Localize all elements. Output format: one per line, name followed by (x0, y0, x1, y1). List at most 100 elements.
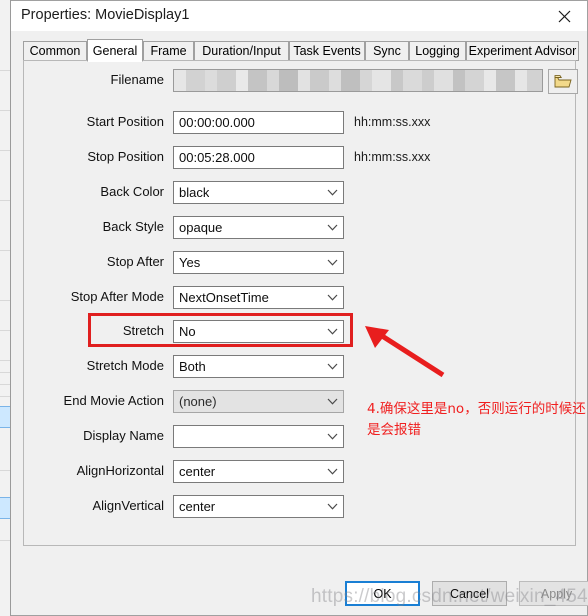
redacted-block (484, 70, 496, 91)
ok-button[interactable]: OK (345, 581, 420, 606)
start-position-value: 00:00:00.000 (179, 115, 255, 130)
chevron-down-icon[interactable] (327, 293, 338, 302)
redacted-block (422, 70, 434, 91)
chevron-down-icon (327, 224, 338, 231)
redacted-block (465, 70, 484, 91)
chevron-down-icon[interactable] (327, 432, 338, 441)
tab-task-events[interactable]: Task Events (289, 41, 365, 61)
alignvertical-label: AlignVertical (92, 498, 164, 513)
chevron-down-icon[interactable] (327, 327, 338, 336)
stretch-combobox[interactable]: No (173, 320, 344, 343)
stop-after-value: Yes (179, 255, 201, 270)
redacted-block (310, 70, 329, 91)
redacted-block (236, 70, 248, 91)
redacted-block (391, 70, 403, 91)
background-line (0, 200, 10, 201)
alignvertical-combobox[interactable]: center (173, 495, 344, 518)
alignhorizontal-combobox[interactable]: center (173, 460, 344, 483)
stretch-mode-value: Both (179, 359, 206, 374)
tab-sync[interactable]: Sync (365, 41, 409, 61)
stop-after-mode-combobox[interactable]: NextOnsetTime (173, 286, 344, 309)
cancel-button[interactable]: Cancel (432, 581, 507, 606)
chevron-down-icon[interactable] (327, 258, 338, 267)
form-row-stop-after: Stop After Yes (24, 251, 577, 281)
redacted-block (434, 70, 453, 91)
stretch-mode-label: Stretch Mode (86, 358, 164, 373)
stop-position-label: Stop Position (87, 149, 164, 164)
redacted-block (372, 70, 391, 91)
alignhorizontal-label: AlignHorizontal (76, 463, 164, 478)
stop-position-input[interactable]: 00:05:28.000 (173, 146, 344, 169)
stretch-label: Stretch (122, 323, 164, 338)
filename-input[interactable] (173, 69, 543, 92)
chevron-down-icon (327, 189, 338, 196)
chevron-down-icon (327, 468, 338, 475)
stop-after-label: Stop After (106, 254, 164, 269)
form-row-stop-position: Stop Position 00:05:28.000 hh:mm:ss.xxx (24, 146, 577, 176)
background-line (0, 330, 10, 331)
properties-dialog: Properties: MovieDisplay1 Common General F… (11, 0, 588, 616)
back-style-combobox[interactable]: opaque (173, 216, 344, 239)
redacted-block (496, 70, 515, 91)
back-color-label: Back Color (100, 184, 164, 199)
chevron-down-icon[interactable] (327, 467, 338, 476)
chevron-down-icon (327, 294, 338, 301)
chevron-down-icon (327, 433, 338, 440)
form-row-back-style: Back Style opaque (24, 216, 577, 246)
redacted-block (341, 70, 360, 91)
redacted-block (453, 70, 465, 91)
background-line (0, 396, 10, 397)
form-row-filename: Filename (24, 69, 578, 99)
chevron-down-icon[interactable] (327, 397, 338, 406)
chevron-down-icon (327, 398, 338, 405)
tab-general[interactable]: General (87, 39, 143, 62)
window-title: Properties: MovieDisplay1 (21, 7, 190, 23)
apply-button[interactable]: Apply (519, 581, 588, 606)
back-color-combobox[interactable]: black (173, 181, 344, 204)
display-name-combobox[interactable] (173, 425, 344, 448)
chevron-down-icon[interactable] (327, 362, 338, 371)
close-button[interactable] (541, 1, 587, 31)
chevron-down-icon[interactable] (327, 502, 338, 511)
background-line (0, 384, 10, 385)
stretch-mode-combobox[interactable]: Both (173, 355, 344, 378)
redacted-block (515, 70, 527, 91)
tab-frame[interactable]: Frame (143, 41, 194, 61)
stop-position-value: 00:05:28.000 (179, 150, 255, 165)
form-row-start-position: Start Position 00:00:00.000 hh:mm:ss.xxx (24, 111, 577, 141)
browse-file-button[interactable] (548, 69, 578, 94)
background-selected-row (0, 497, 10, 519)
form-row-stretch-mode: Stretch Mode Both (24, 355, 577, 385)
start-position-input[interactable]: 00:00:00.000 (173, 111, 344, 134)
background-window-sliver (0, 0, 11, 616)
close-icon (558, 10, 570, 22)
stop-after-combobox[interactable]: Yes (173, 251, 344, 274)
background-line (0, 470, 10, 471)
redacted-block (248, 70, 267, 91)
alignhorizontal-value: center (179, 464, 216, 479)
tab-experiment-advisor[interactable]: Experiment Advisor (466, 41, 579, 61)
stop-position-format-hint: hh:mm:ss.xxx (354, 150, 431, 164)
start-position-label: Start Position (86, 114, 164, 129)
chevron-down-icon[interactable] (327, 188, 338, 197)
back-style-label: Back Style (102, 219, 164, 234)
tab-common[interactable]: Common (23, 41, 87, 61)
redacted-block (298, 70, 310, 91)
background-line (0, 372, 10, 373)
redacted-block (217, 70, 236, 91)
tab-logging[interactable]: Logging (409, 41, 466, 61)
background-line (0, 70, 10, 71)
background-selected-row (0, 406, 10, 428)
back-style-value: opaque (179, 220, 223, 235)
end-movie-action-value: (none) (179, 394, 217, 409)
chevron-down-icon[interactable] (327, 223, 338, 232)
end-movie-action-label: End Movie Action (63, 393, 164, 408)
redacted-block (205, 70, 217, 91)
back-color-value: black (179, 185, 210, 200)
form-row-stretch: Stretch No (24, 320, 577, 350)
tab-duration-input[interactable]: Duration/Input (194, 41, 289, 61)
tab-strip: Common General Frame Duration/Input Task Eve… (23, 39, 579, 62)
redacted-block (527, 70, 542, 91)
chevron-down-icon (327, 363, 338, 370)
redacted-block (360, 70, 372, 91)
